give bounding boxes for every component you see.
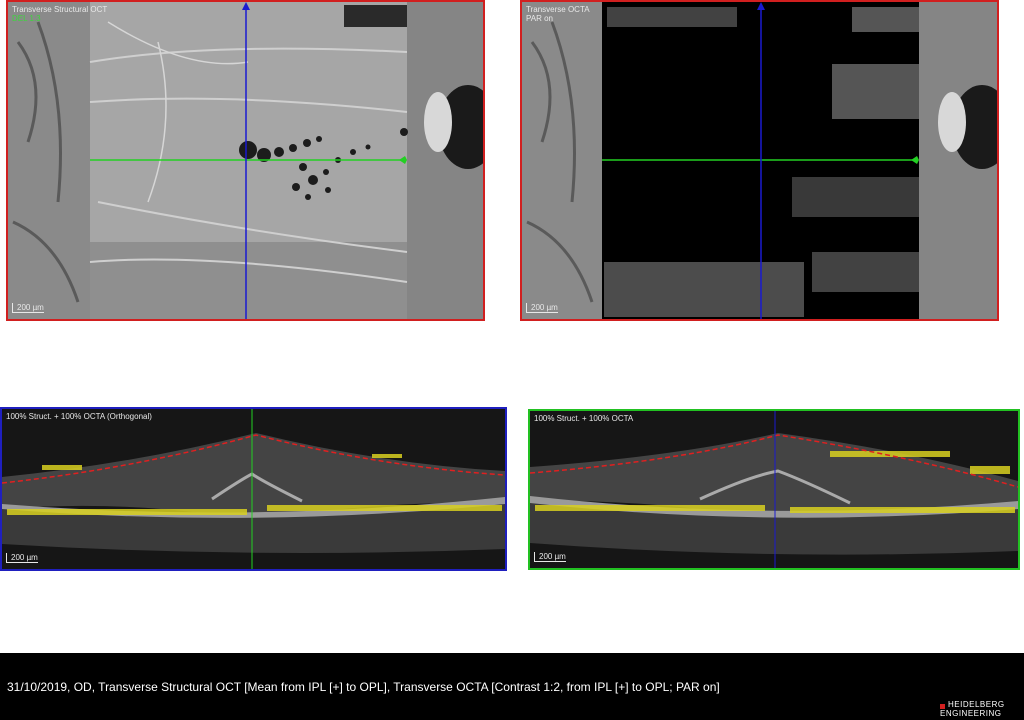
bscan-image xyxy=(530,411,1018,568)
heidelberg-logo: HEIDELBERG ENGINEERING xyxy=(940,700,1018,718)
panel-title: 100% Struct. + 100% OCTA (Orthogonal) xyxy=(6,412,152,421)
structural-oct-image xyxy=(8,2,483,319)
logo-line2: ENGINEERING xyxy=(940,709,1002,718)
orthogonal-bscan-image xyxy=(2,409,505,569)
panel-title: Transverse Structural OCT xyxy=(12,5,108,14)
scale-bar: 200 µm xyxy=(6,553,38,563)
octa-panel[interactable]: Transverse OCTA PAR on 200 µm xyxy=(520,0,999,321)
bscan-panel[interactable]: 100% Struct. + 100% OCTA 200 µm xyxy=(528,409,1020,570)
footer-bar: 31/10/2019, OD, Transverse Structural OC… xyxy=(0,653,1024,720)
scale-bar: 200 µm xyxy=(534,552,566,562)
scale-bar: 200 µm xyxy=(526,303,558,313)
structural-oct-panel[interactable]: Transverse Structural OCT DEL 1:3 200 µm xyxy=(6,0,485,321)
panel-subtitle: DEL 1:3 xyxy=(12,14,41,23)
panel-title: 100% Struct. + 100% OCTA xyxy=(534,414,634,423)
orthogonal-bscan-panel[interactable]: 100% Struct. + 100% OCTA (Orthogonal) 20… xyxy=(0,407,507,571)
logo-line1: HEIDELBERG xyxy=(948,700,1005,709)
panel-subtitle: PAR on xyxy=(526,14,553,23)
scale-bar: 200 µm xyxy=(12,303,44,313)
octa-image xyxy=(522,2,997,319)
panel-title: Transverse OCTA xyxy=(526,5,590,14)
footer-caption: 31/10/2019, OD, Transverse Structural OC… xyxy=(7,680,720,694)
